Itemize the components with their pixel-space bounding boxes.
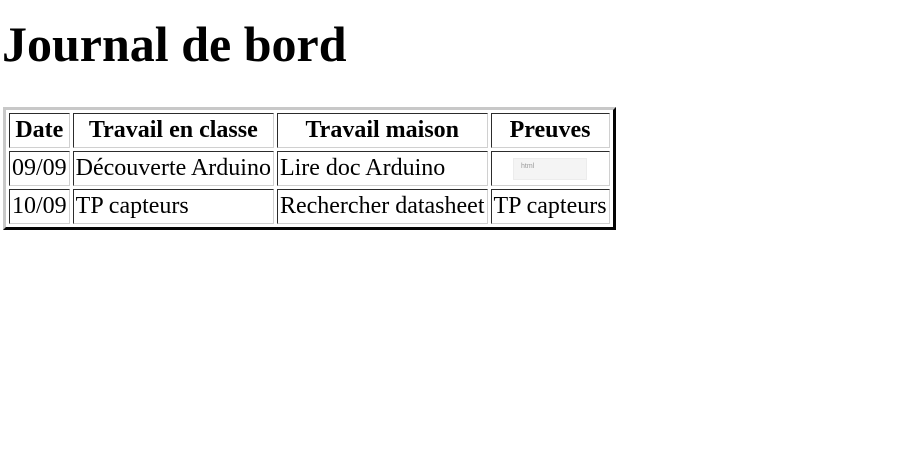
cell-preuves: html [490,151,610,186]
page-title: Journal de bord [2,16,347,72]
cell-date: 09/09 [9,151,70,186]
cell-travail-maison: Rechercher datasheet [276,189,488,224]
cell-date: 10/09 [9,189,70,224]
table-row: 09/09 Découverte Arduino Lire doc Arduin… [9,151,610,186]
table-header-row: Date Travail en classe Travail maison Pr… [9,113,610,148]
cell-travail-maison: Lire doc Arduino [276,151,488,186]
header-date: Date [9,113,70,148]
header-preuves: Preuves [490,113,610,148]
proof-thumbnail-label: html [521,163,535,171]
header-travail-maison: Travail maison [276,113,488,148]
header-travail-classe: Travail en classe [72,113,274,148]
proof-thumbnail[interactable]: html [513,158,588,181]
cell-travail-classe: Découverte Arduino [72,151,274,186]
table-row: 10/09 TP capteurs Rechercher datasheet T… [9,189,610,224]
cell-preuves: TP capteurs [490,189,610,224]
journal-table: Date Travail en classe Travail maison Pr… [3,107,616,230]
cell-travail-classe: TP capteurs [72,189,274,224]
